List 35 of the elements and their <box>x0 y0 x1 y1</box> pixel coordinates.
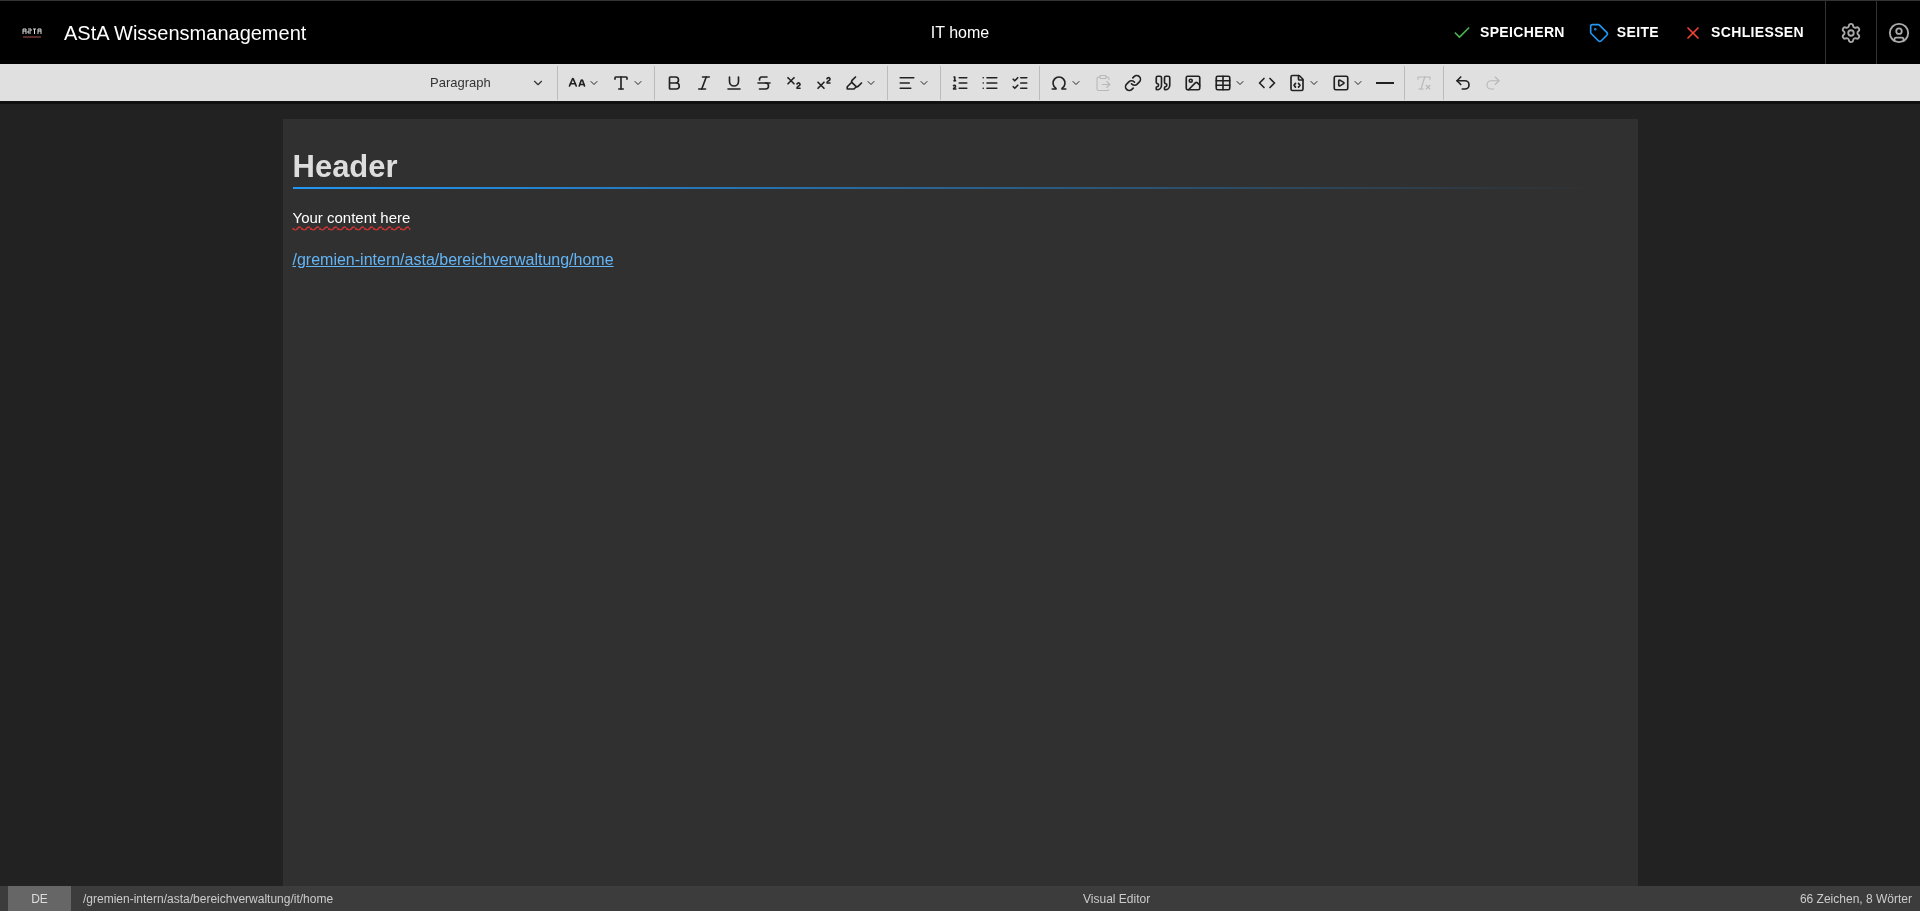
image-icon <box>1184 73 1202 92</box>
highlighter-icon <box>845 73 863 92</box>
numbered-list-icon <box>951 73 969 92</box>
tag-icon <box>1588 22 1609 43</box>
logo-icon <box>22 26 42 39</box>
language-indicator[interactable]: DE <box>8 886 71 911</box>
close-button[interactable]: SCHLIESSEN <box>1671 12 1816 53</box>
underline-icon <box>725 73 743 92</box>
font-style-icon <box>612 73 630 92</box>
code-file-icon <box>1288 73 1306 92</box>
horizontal-line-icon <box>1376 81 1394 84</box>
page-button[interactable]: SEITE <box>1576 12 1672 53</box>
strikethrough-icon <box>755 73 773 92</box>
remove-format-icon <box>1415 73 1433 92</box>
italic-icon <box>695 73 713 92</box>
link-icon <box>1124 73 1142 92</box>
app-title: AStA Wissensmanagement <box>64 20 307 46</box>
redo-icon <box>1484 73 1502 92</box>
undo-icon <box>1454 73 1472 92</box>
settings-icon <box>1840 21 1863 44</box>
table-icon <box>1214 73 1232 92</box>
paragraph-format-dropdown[interactable]: Paragraph <box>408 65 558 100</box>
quote-icon <box>1154 73 1172 92</box>
omega-icon <box>1050 73 1068 92</box>
document-link[interactable]: /gremien-intern/asta/bereichverwaltung/home <box>292 247 614 272</box>
word-count: 66 Zeichen, 8 Wörter <box>1799 890 1912 908</box>
editor-mode: Visual Editor <box>1083 890 1151 908</box>
document-paragraph: Your content here <box>292 208 412 228</box>
account-icon <box>1887 21 1910 44</box>
document-heading: Header <box>292 149 399 185</box>
page-title: IT home <box>930 22 990 43</box>
save-button[interactable]: SPEICHERN <box>1440 12 1577 53</box>
media-icon <box>1332 73 1350 92</box>
page-path: /gremien-intern/asta/bereichverwaltung/it/home <box>83 890 335 908</box>
clipboard-icon <box>1094 73 1112 92</box>
